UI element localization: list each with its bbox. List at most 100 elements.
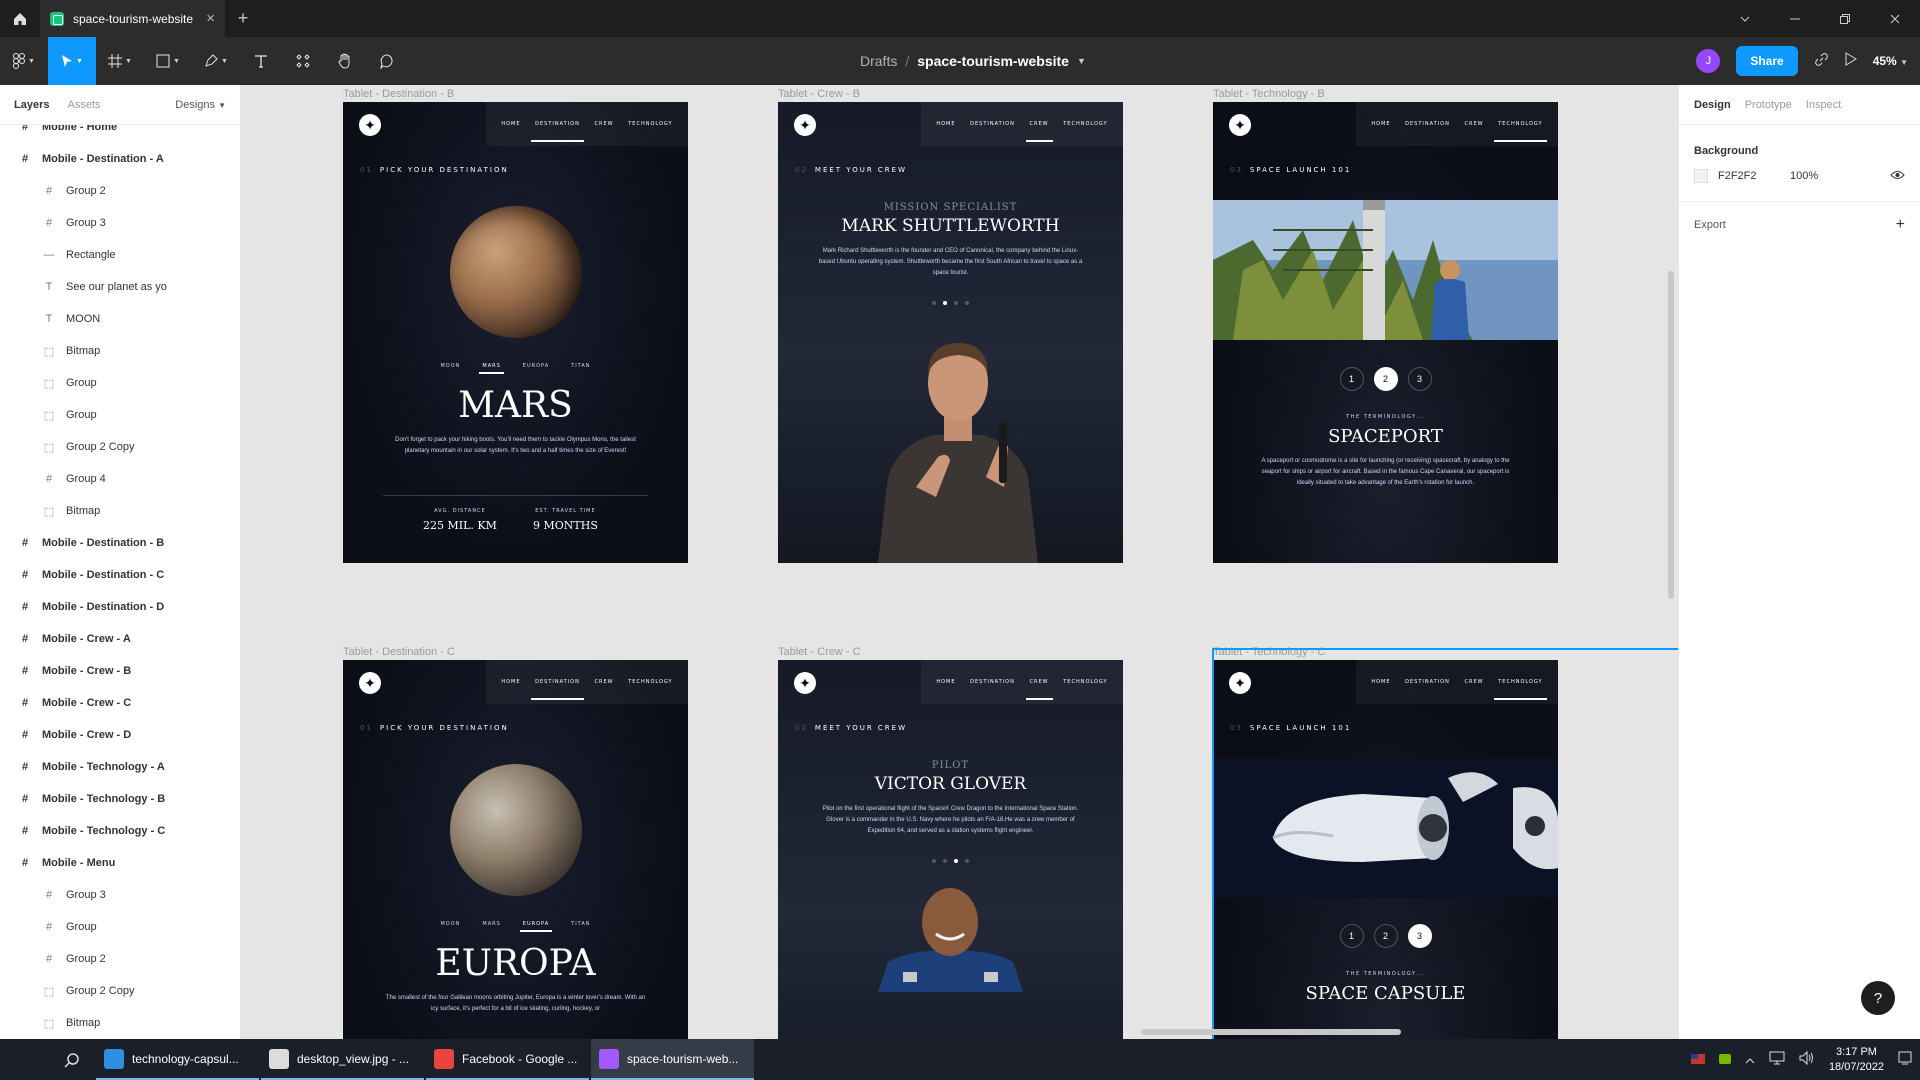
tab-assets[interactable]: Assets: [67, 99, 100, 111]
frame-label-crew-b[interactable]: Tablet - Crew - B: [778, 88, 860, 100]
frame-label-technology-b[interactable]: Tablet - Technology - B: [1213, 88, 1325, 100]
background-opacity[interactable]: 100%: [1790, 170, 1890, 182]
layer-row[interactable]: ⬚ Group 2 Copy: [0, 975, 240, 1007]
new-tab-button[interactable]: +: [225, 0, 261, 37]
main-menu-button[interactable]: ▼: [0, 37, 48, 85]
drafts-link[interactable]: Drafts: [860, 53, 897, 69]
layer-row[interactable]: # Group 3: [0, 879, 240, 911]
frame-tool-button[interactable]: ▼: [96, 37, 144, 85]
layer-row[interactable]: # Mobile - Technology - A: [0, 751, 240, 783]
close-window-icon[interactable]: [1870, 0, 1920, 37]
help-button[interactable]: ?: [1861, 981, 1895, 1015]
frame-label-crew-c[interactable]: Tablet - Crew - C: [778, 646, 861, 658]
tab-design[interactable]: Design: [1694, 99, 1731, 111]
horizontal-scrollbar[interactable]: [1141, 1029, 1401, 1035]
minimize-icon[interactable]: [1770, 0, 1820, 37]
tray-chevron-icon[interactable]: [1745, 1053, 1755, 1067]
layer-row[interactable]: # Mobile - Destination - D: [0, 591, 240, 623]
layer-row[interactable]: ⬚ Bitmap: [0, 495, 240, 527]
notifications-icon[interactable]: [1898, 1051, 1912, 1068]
tab-list-chevron-icon[interactable]: [1720, 0, 1770, 37]
layer-row[interactable]: # Group 2: [0, 943, 240, 975]
pen-tool-button[interactable]: ▼: [192, 37, 240, 85]
visibility-eye-icon[interactable]: [1890, 170, 1905, 183]
layer-row[interactable]: T MOON: [0, 303, 240, 335]
background-hex[interactable]: F2F2F2: [1718, 170, 1790, 182]
layer-row[interactable]: # Mobile - Destination - B: [0, 527, 240, 559]
taskbar-app[interactable]: desktop_view.jpg - ...: [261, 1039, 424, 1080]
layer-row[interactable]: ⬚ Group: [0, 367, 240, 399]
start-button[interactable]: [0, 1039, 48, 1080]
move-tool-button[interactable]: ▼: [48, 37, 96, 85]
frame-tablet-crew-b[interactable]: HOME DESTINATION CREW TECHNOLOGY 02MEET …: [778, 102, 1123, 563]
comment-tool-button[interactable]: [366, 37, 408, 85]
layer-row[interactable]: # Mobile - Crew - C: [0, 687, 240, 719]
layer-row[interactable]: # Mobile - Technology - C: [0, 815, 240, 847]
link-icon[interactable]: [1814, 52, 1829, 71]
taskbar-apps: technology-capsul... desktop_view.jpg - .…: [96, 1039, 756, 1080]
layer-row[interactable]: # Mobile - Crew - B: [0, 655, 240, 687]
layer-row[interactable]: # Mobile - Crew - A: [0, 623, 240, 655]
frame-tablet-technology-b[interactable]: HOME DESTINATION CREW TECHNOLOGY 03SPACE…: [1213, 102, 1558, 563]
taskbar-app[interactable]: technology-capsul...: [96, 1039, 259, 1080]
text-tool-button[interactable]: [240, 37, 282, 85]
restore-icon[interactable]: [1820, 0, 1870, 37]
taskbar-app[interactable]: space-tourism-web...: [591, 1039, 754, 1080]
nav-home: HOME: [1371, 121, 1391, 127]
add-export-icon[interactable]: +: [1896, 216, 1905, 234]
frame-tablet-destination-b[interactable]: HOME DESTINATION CREW TECHNOLOGY 01PICK …: [343, 102, 688, 563]
file-tab[interactable]: space-tourism-website ×: [40, 0, 225, 37]
background-fill-row[interactable]: F2F2F2 100%: [1694, 169, 1905, 183]
hand-tool-button[interactable]: [324, 37, 366, 85]
layer-row[interactable]: ⬚ Bitmap: [0, 1007, 240, 1039]
layer-row[interactable]: # Mobile - Home: [0, 125, 240, 143]
nvidia-icon[interactable]: [1718, 1053, 1731, 1067]
layer-row[interactable]: ⬚ Group: [0, 399, 240, 431]
search-icon[interactable]: [48, 1039, 96, 1080]
vertical-scrollbar[interactable]: [1668, 271, 1674, 599]
site-nav: HOME DESTINATION CREW TECHNOLOGY: [486, 102, 688, 146]
file-menu-chevron-icon[interactable]: ▼: [1077, 56, 1086, 66]
taskbar-app[interactable]: Facebook - Google ...: [426, 1039, 589, 1080]
layer-name: Group: [66, 921, 97, 933]
frame-tablet-destination-c[interactable]: HOME DESTINATION CREW TECHNOLOGY 01PICK …: [343, 660, 688, 1039]
volume-icon[interactable]: [1799, 1050, 1815, 1068]
layer-row[interactable]: # Group: [0, 911, 240, 943]
background-swatch[interactable]: [1694, 169, 1708, 183]
components-tool-button[interactable]: [282, 37, 324, 85]
layer-row[interactable]: # Mobile - Destination - C: [0, 559, 240, 591]
frame-tablet-technology-c[interactable]: HOME DESTINATION CREW TECHNOLOGY 03SPACE…: [1213, 660, 1558, 1039]
tab-inspect[interactable]: Inspect: [1806, 99, 1841, 111]
layer-row[interactable]: # Group 4: [0, 463, 240, 495]
frame-label-destination-c[interactable]: Tablet - Destination - C: [343, 646, 455, 658]
shape-tool-button[interactable]: ▼: [144, 37, 192, 85]
share-button[interactable]: Share: [1736, 46, 1798, 76]
home-button[interactable]: [0, 0, 40, 37]
clock[interactable]: 3:17 PM 18/07/2022: [1829, 1045, 1884, 1075]
layer-row[interactable]: # Mobile - Menu: [0, 847, 240, 879]
frame-label-destination-b[interactable]: Tablet - Destination - B: [343, 88, 454, 100]
tab-layers[interactable]: Layers: [14, 99, 49, 111]
close-tab-icon[interactable]: ×: [206, 10, 215, 27]
layer-row[interactable]: T See our planet as yo: [0, 271, 240, 303]
pages-dropdown[interactable]: Designs ▼: [175, 99, 226, 111]
layer-row[interactable]: ⬚ Group 2 Copy: [0, 431, 240, 463]
layer-row[interactable]: # Mobile - Destination - A: [0, 143, 240, 175]
layer-row[interactable]: # Group 2: [0, 175, 240, 207]
network-icon[interactable]: [1769, 1051, 1785, 1068]
layer-name: Mobile - Home: [42, 125, 118, 133]
nav-crew: CREW: [1025, 679, 1053, 700]
layer-row[interactable]: # Mobile - Technology - B: [0, 783, 240, 815]
layer-row[interactable]: # Mobile - Crew - D: [0, 719, 240, 751]
layer-row[interactable]: # Group 3: [0, 207, 240, 239]
frame-tablet-crew-c[interactable]: HOME DESTINATION CREW TECHNOLOGY 02MEET …: [778, 660, 1123, 1039]
file-name[interactable]: space-tourism-website: [917, 53, 1069, 69]
layer-row[interactable]: ⬚ Bitmap: [0, 335, 240, 367]
tab-prototype[interactable]: Prototype: [1745, 99, 1792, 111]
layer-row[interactable]: — Rectangle: [0, 239, 240, 271]
avatar[interactable]: J: [1696, 49, 1721, 73]
present-play-icon[interactable]: [1845, 52, 1857, 70]
zoom-level[interactable]: 45% ▼: [1873, 54, 1908, 68]
flag-icon[interactable]: [1690, 1053, 1705, 1067]
canvas[interactable]: Tablet - Destination - B HOME DESTINATIO…: [241, 85, 1678, 1039]
